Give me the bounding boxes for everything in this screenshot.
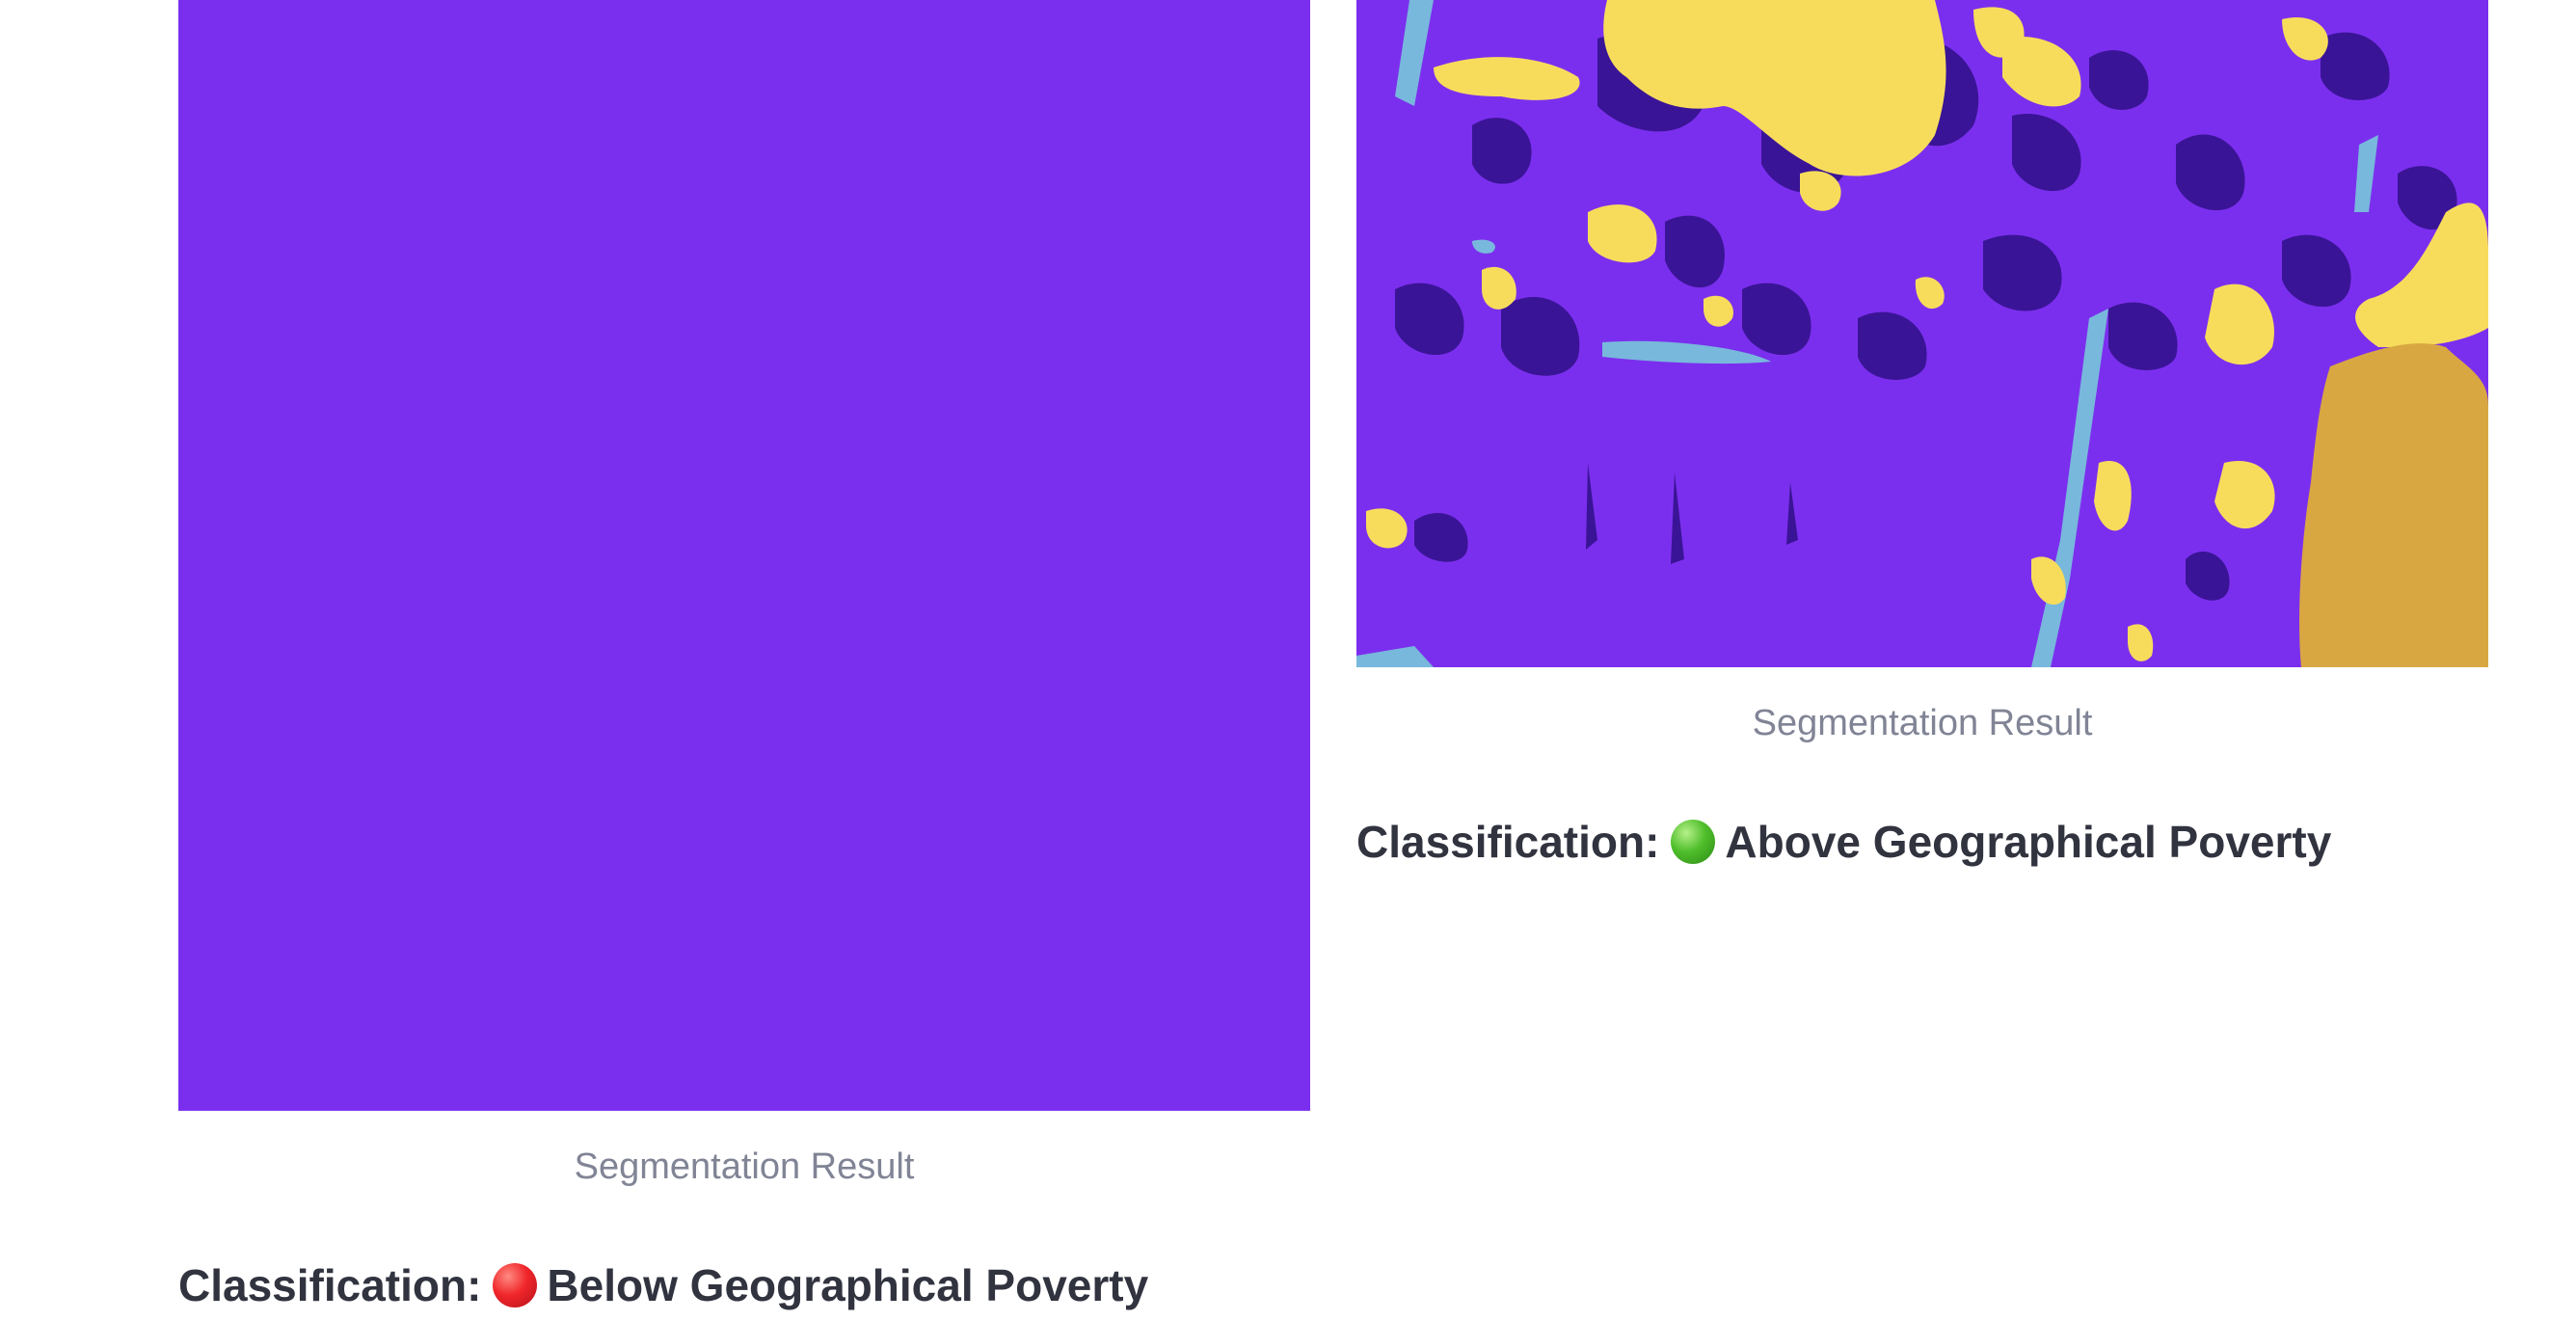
green-circle-icon — [1671, 820, 1716, 864]
segmentation-image — [1356, 0, 2488, 667]
classification-label: Classification: — [1356, 817, 1660, 867]
classification-result: Classification: Below Geographical Pover… — [178, 1257, 1310, 1313]
image-caption: Segmentation Result — [1752, 703, 2093, 743]
result-left: Segmentation Result Classification: Belo… — [178, 0, 1310, 1313]
segmentation-image — [178, 0, 1310, 1111]
classification-label: Classification: — [178, 1260, 482, 1310]
classification-result: Classification: Above Geographical Pover… — [1356, 814, 2488, 870]
classification-value: Below Geographical Poverty — [547, 1260, 1149, 1310]
red-circle-icon — [493, 1263, 538, 1308]
classification-value: Above Geographical Poverty — [1725, 817, 2332, 867]
result-right: Segmentation Result Classification: Abov… — [1356, 0, 2488, 870]
image-caption: Segmentation Result — [574, 1146, 915, 1187]
